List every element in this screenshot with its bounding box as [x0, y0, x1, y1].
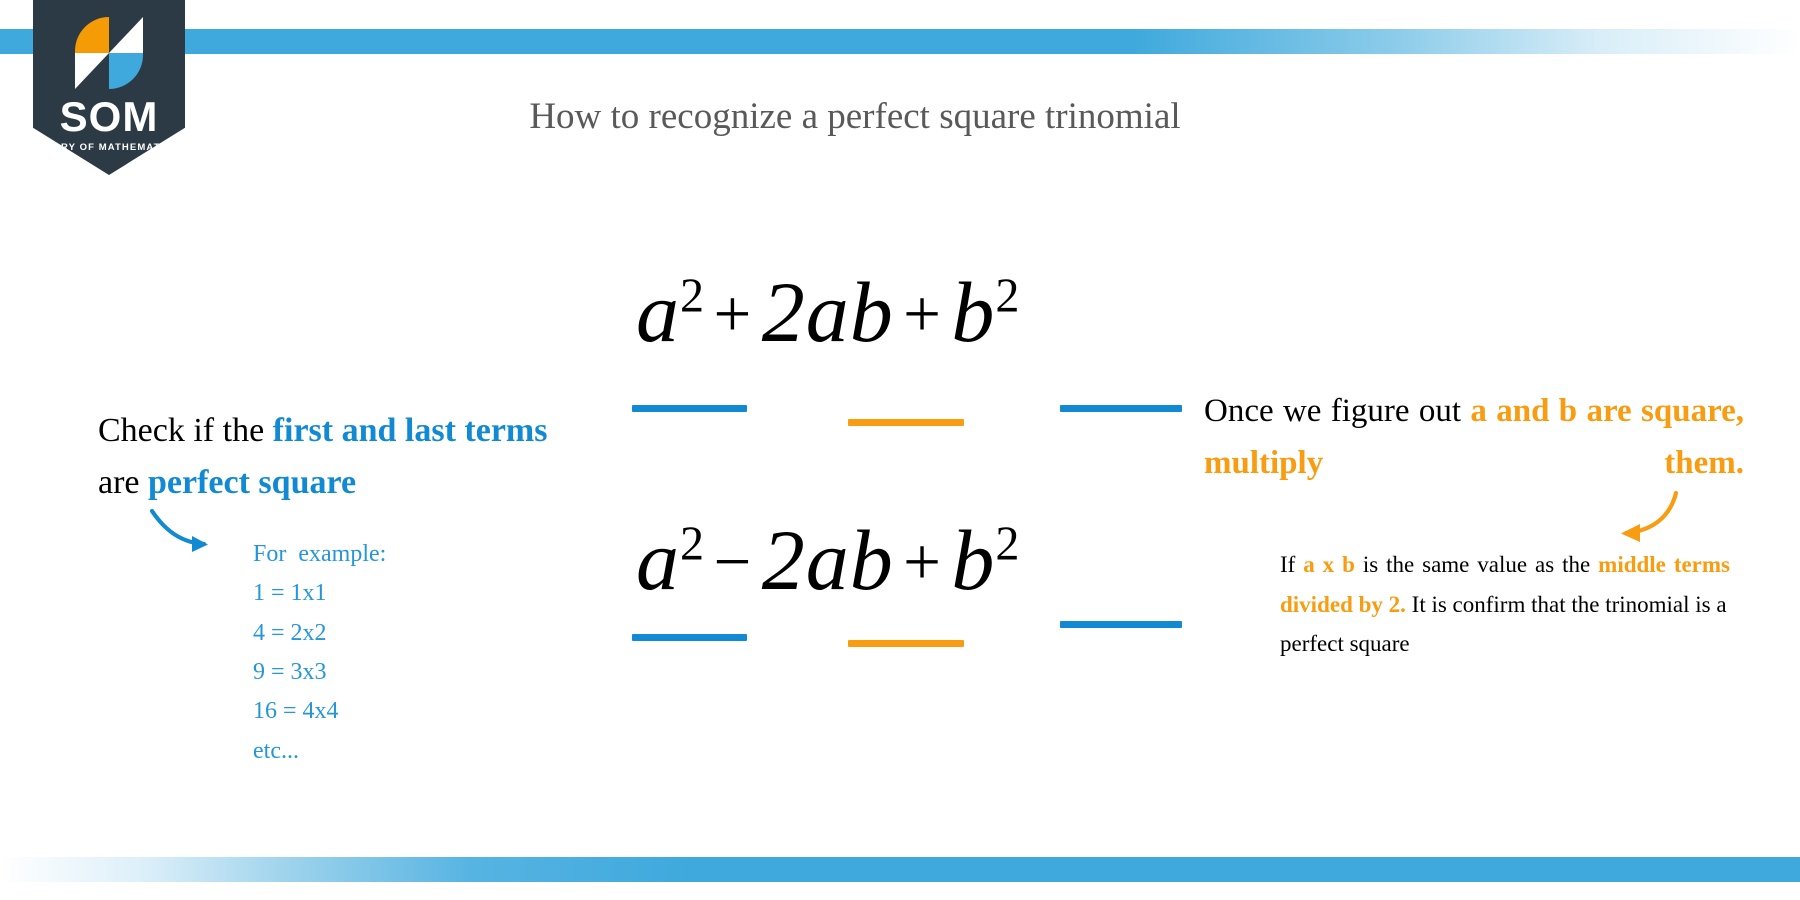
formula2-exp-b: 2: [995, 517, 1020, 571]
logo-quarter-top-right: [109, 17, 143, 53]
formula1-term-a: a: [636, 264, 680, 360]
formula1-operator-1: +: [713, 275, 753, 351]
formula2-operator-2: +: [903, 523, 942, 599]
formula2-operator-1: −: [713, 523, 753, 599]
formula-perfect-square-difference: a2−2ab + b2: [636, 510, 1019, 610]
left-text-emphasis-1: first and last: [272, 412, 456, 449]
formula1-operator-2: +: [903, 275, 942, 351]
list-item: 4 = 2x2: [253, 619, 327, 646]
underline-formula1-first-term: [632, 405, 747, 412]
underline-formula2-middle-term: [848, 640, 964, 647]
right-para-plain-2: is the same value as the: [1354, 552, 1599, 577]
right-headline-emphasis: a and b: [1470, 393, 1578, 429]
underline-formula1-last-term: [1060, 405, 1182, 412]
left-text-emphasis-2: terms: [464, 412, 548, 449]
formula1-exp-a: 2: [680, 269, 705, 323]
curved-arrow-down-left-icon: [1604, 489, 1684, 547]
right-headline-plain: Once we figure out: [1204, 393, 1471, 429]
left-instruction-text: Check if the first and last terms are pe…: [98, 405, 568, 508]
brand-name: SOM: [59, 93, 159, 140]
formula2-term-a: a: [636, 512, 680, 608]
right-para-emphasis-1: a x b: [1303, 552, 1355, 577]
formula2-term-2ab: 2ab: [761, 512, 894, 608]
formula2-term-b: b: [951, 512, 996, 608]
som-s-logo-icon: [75, 17, 143, 89]
top-accent-bar: [0, 29, 1800, 54]
curved-arrow-down-right-icon: [148, 505, 218, 555]
page-title-text: How to recognize a perfect square trinom…: [529, 96, 1181, 137]
page-title: How to recognize a perfect square trinom…: [0, 95, 1800, 138]
formula1-exp-b: 2: [995, 269, 1020, 323]
underline-formula2-first-term: [632, 634, 747, 641]
bottom-accent-bar: [0, 857, 1800, 882]
slide-canvas: SOM STORY OF MATHEMATICS How to recogniz…: [0, 0, 1800, 900]
left-text-plain-1: Check if the: [98, 412, 273, 449]
logo-quarter-top-left: [75, 17, 109, 53]
underline-formula2-last-term: [1060, 621, 1182, 628]
right-body-paragraph: If a x b is the same value as the middle…: [1280, 545, 1730, 664]
brand-logo-shield: SOM STORY OF MATHEMATICS: [33, 0, 185, 175]
formula-perfect-square-sum: a2 +2ab + b2: [636, 262, 1019, 362]
right-headline-text: Once we figure out a and b are square, m…: [1204, 385, 1744, 489]
right-para-plain-3: It is confirm that the trinomial is a: [1405, 591, 1727, 617]
formula1-term-2ab: 2ab: [761, 264, 894, 360]
formula1-term-b: b: [951, 264, 996, 360]
logo-quarter-bottom-right: [109, 53, 143, 89]
list-item: 9 = 3x3: [253, 659, 327, 686]
list-item: etc...: [253, 737, 299, 764]
list-item: 1 = 1x1: [253, 580, 327, 607]
right-para-plain-1: If: [1280, 552, 1304, 577]
right-para-plain-4: perfect square: [1280, 631, 1410, 657]
formula2-exp-a: 2: [680, 517, 705, 571]
left-text-emphasis-3: perfect square: [148, 463, 357, 501]
underline-formula1-middle-term: [848, 419, 964, 426]
left-text-plain-2: are: [98, 463, 149, 501]
logo-quarter-bottom-left: [75, 53, 109, 89]
example-list-heading: For example:: [253, 541, 387, 567]
brand-tagline: STORY OF MATHEMATICS: [38, 142, 180, 153]
list-item: 16 = 4x4: [253, 698, 339, 725]
example-list: For example: 1 = 1x1 4 = 2x2 9 = 3x3 16 …: [253, 535, 386, 771]
